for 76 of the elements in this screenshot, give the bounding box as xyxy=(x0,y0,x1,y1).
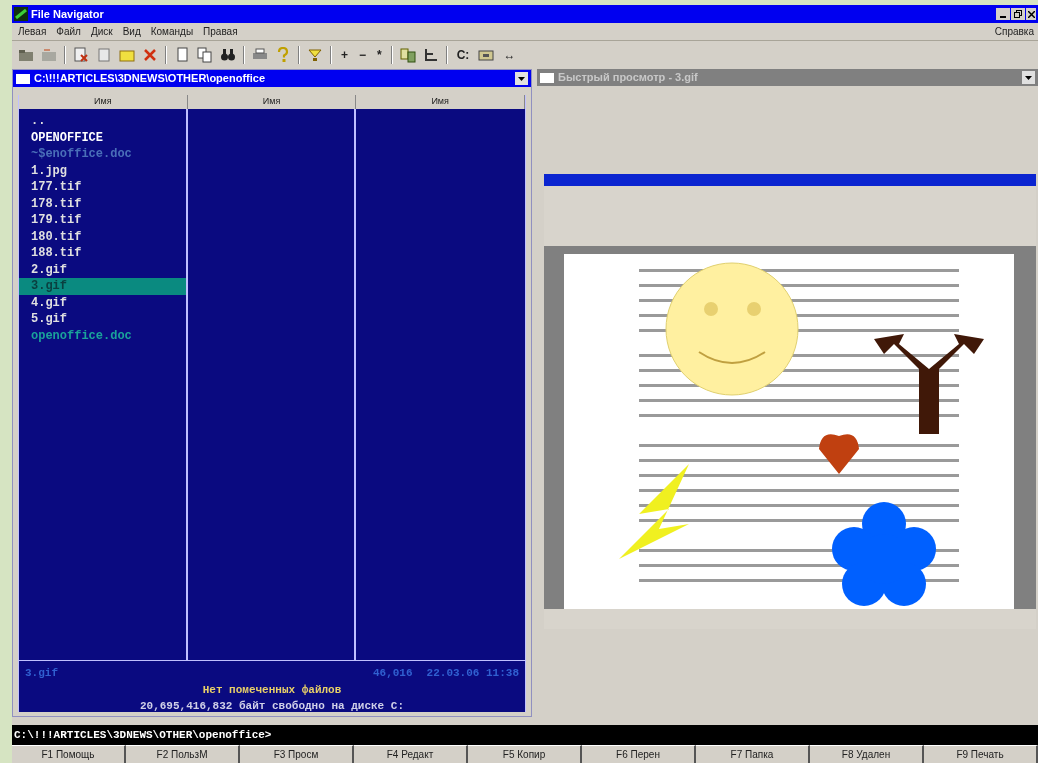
column-header[interactable]: Имя xyxy=(187,95,357,109)
menu-item[interactable]: Вид xyxy=(122,24,141,39)
preview-title: Быстрый просмотр - 3.gif xyxy=(558,70,698,86)
toolbar-button[interactable] xyxy=(73,47,89,63)
path-text: C:\!!!ARTICLES\3DNEWS\OTHER\openoffice xyxy=(34,71,265,87)
copy-icon xyxy=(197,47,213,63)
window-title: File Navigator xyxy=(31,6,104,22)
menu-item[interactable]: Справка xyxy=(994,24,1038,39)
toolbar-button[interactable]: + xyxy=(339,46,350,64)
dropdown-button[interactable] xyxy=(515,72,528,85)
function-key-button[interactable]: F2 ПользМ xyxy=(126,745,240,763)
minimize-button[interactable] xyxy=(996,8,1010,20)
file-row[interactable]: 178.tif xyxy=(19,195,186,212)
file-row[interactable]: 4.gif xyxy=(19,294,186,311)
delete-icon xyxy=(142,47,158,63)
file-row[interactable]: 2.gif xyxy=(19,261,186,278)
function-key-button[interactable]: F6 Перен xyxy=(582,745,696,763)
close-icon xyxy=(1027,10,1035,18)
dropdown-button[interactable] xyxy=(1022,71,1035,84)
function-key-button[interactable]: F7 Папка xyxy=(696,745,810,763)
toolbar-button[interactable] xyxy=(422,47,439,63)
function-key-button[interactable]: F4 Редакт xyxy=(354,745,468,763)
file-row[interactable]: openoffice.doc xyxy=(19,327,186,344)
column-header[interactable]: Имя xyxy=(19,95,188,109)
app-icon xyxy=(14,7,28,21)
function-key-button[interactable]: F1 Помощь xyxy=(12,745,126,763)
window-icon xyxy=(540,72,554,83)
toolbar-button[interactable] xyxy=(478,47,495,63)
document-icon xyxy=(174,47,190,63)
menu-item[interactable]: Правая xyxy=(203,24,238,39)
file-row[interactable]: 177.tif xyxy=(19,179,186,196)
file-row[interactable]: 179.tif xyxy=(19,212,186,229)
file-row[interactable]: 188.tif xyxy=(19,245,186,262)
tree-icon xyxy=(422,47,439,63)
help-icon xyxy=(275,47,291,63)
selected-file-name: 3.gif xyxy=(25,666,58,681)
toolbar-button[interactable] xyxy=(197,47,213,63)
function-key-button[interactable]: F5 Копир xyxy=(468,745,582,763)
menu-item[interactable]: Файл xyxy=(56,24,81,39)
marked-files-status: Нет помеченных файлов xyxy=(202,682,342,698)
menu-item[interactable]: Команды xyxy=(150,24,194,39)
toolbar-button[interactable]: C: xyxy=(454,46,472,64)
caret-icon xyxy=(518,76,525,81)
toolbar-button[interactable]: − xyxy=(357,46,369,64)
file-row[interactable]: 5.gif xyxy=(19,311,186,328)
document-icon xyxy=(73,47,89,63)
menu-item[interactable]: Диск xyxy=(90,24,113,39)
restore-icon xyxy=(1014,10,1022,18)
file-date: 22.03.06 11:38 xyxy=(426,666,519,681)
column-header[interactable]: Имя xyxy=(356,95,525,109)
caret-icon xyxy=(1025,75,1032,80)
restore-button[interactable] xyxy=(1011,8,1025,20)
file-row[interactable]: 1.jpg xyxy=(19,162,186,179)
toolbar-button[interactable] xyxy=(220,47,236,63)
compare-icon xyxy=(399,47,416,63)
document-icon xyxy=(96,47,112,63)
folder-icon xyxy=(119,47,135,63)
binoculars-icon xyxy=(220,47,236,63)
filter-icon xyxy=(307,47,323,63)
file-row[interactable]: OPENOFFICE xyxy=(19,129,186,146)
folder-icon xyxy=(41,47,57,63)
menu-item[interactable]: Левая xyxy=(18,24,47,39)
function-key-button[interactable]: F9 Печать xyxy=(924,745,1038,763)
drive-icon xyxy=(478,47,495,63)
minimize-icon xyxy=(1000,16,1006,18)
file-row[interactable]: 180.tif xyxy=(19,228,186,245)
file-row[interactable]: .. xyxy=(19,113,186,130)
window-icon xyxy=(16,73,30,84)
function-key-button[interactable]: F3 Просм xyxy=(240,745,354,763)
free-space-status: 20,695,416,832 байт свободно на диске C: xyxy=(139,699,404,714)
file-size: 46,016 xyxy=(372,666,413,681)
toolbar-button[interactable]: ↔ xyxy=(501,46,518,64)
folder-icon xyxy=(18,47,34,63)
close-button[interactable] xyxy=(1026,8,1036,20)
function-key-button[interactable]: F8 Удален xyxy=(810,745,924,763)
toolbar-button[interactable]: * xyxy=(375,46,384,64)
